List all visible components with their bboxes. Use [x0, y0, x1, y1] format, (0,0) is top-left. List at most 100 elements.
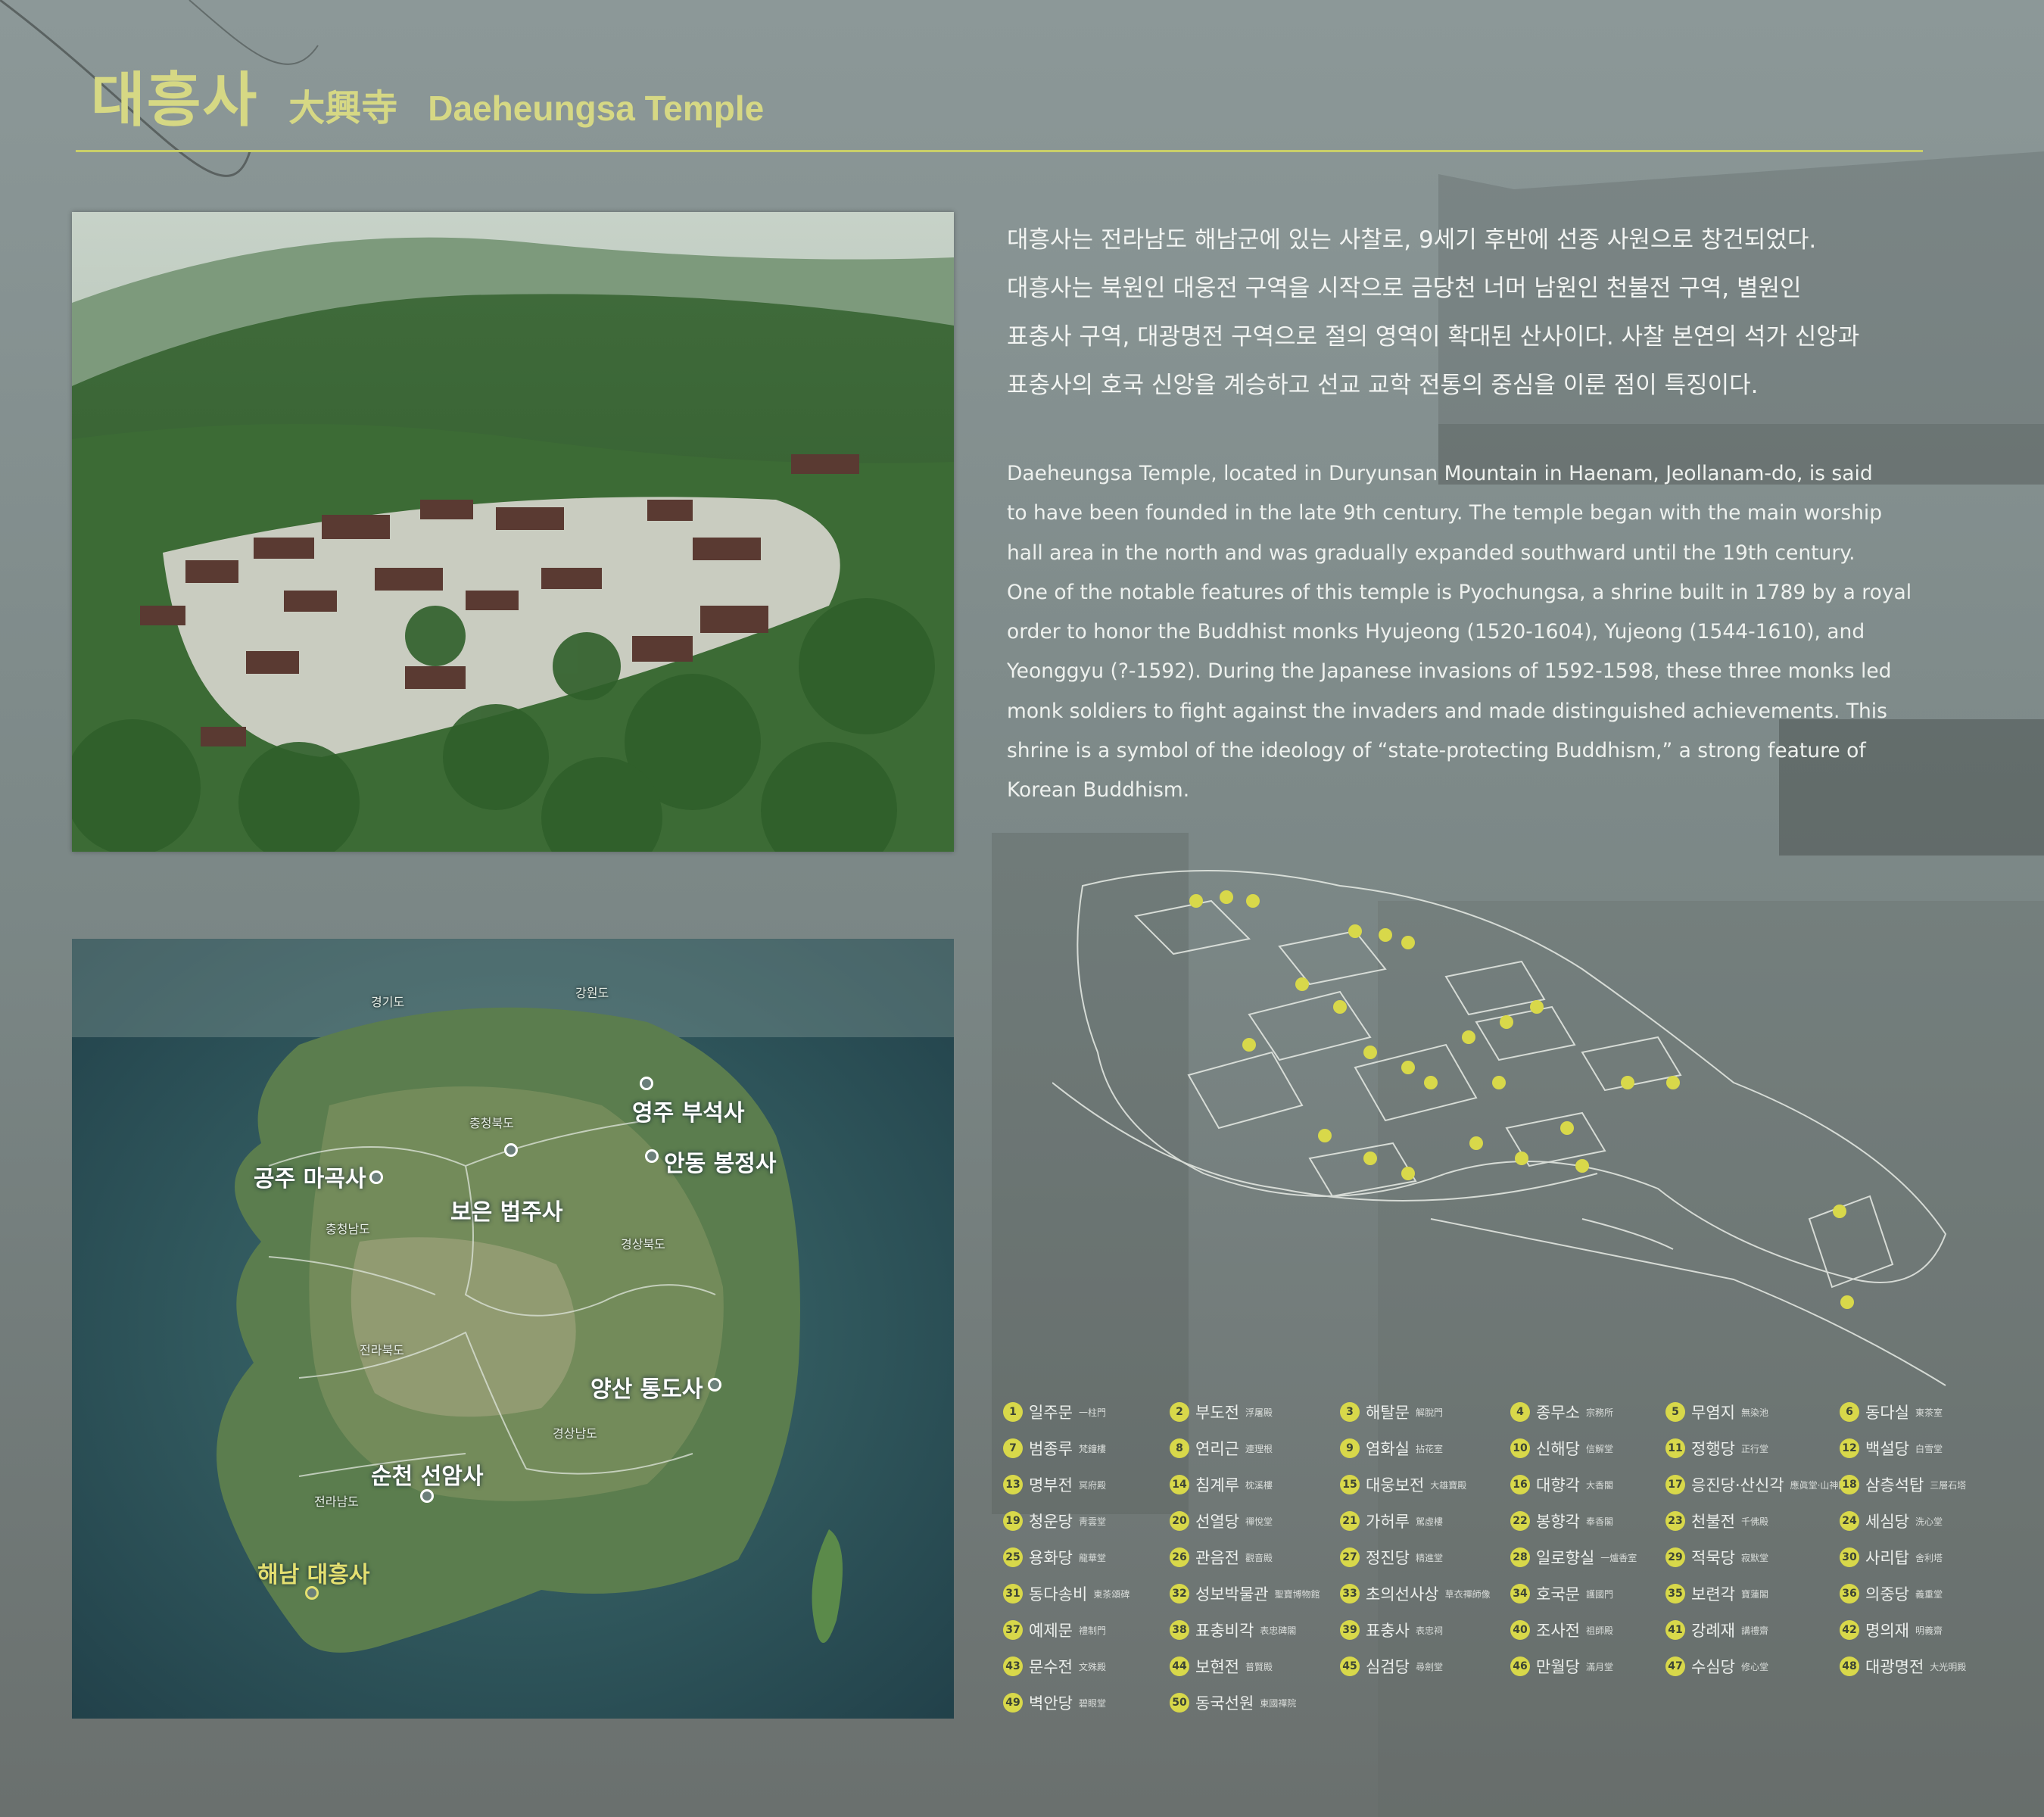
legend-name: 사리탑 — [1865, 1549, 1909, 1567]
legend-item: 37 예제문 禮制門 — [1003, 1619, 1106, 1641]
legend-name: 표충사 — [1366, 1622, 1410, 1640]
legend-name: 선열당 — [1195, 1513, 1239, 1531]
aerial-photo — [72, 212, 954, 852]
legend-hanja: 駕虛樓 — [1415, 1516, 1443, 1527]
legend-hanja: 東茶室 — [1915, 1407, 1943, 1418]
legend-number-badge: 46 — [1510, 1656, 1530, 1676]
legend-hanja: 講禮齋 — [1740, 1625, 1768, 1636]
legend-name: 무염지 — [1691, 1404, 1735, 1422]
legend-hanja: 梵鐘樓 — [1078, 1443, 1106, 1454]
legend-name: 대향각 — [1536, 1476, 1580, 1494]
map-province: 경상북도 — [621, 1237, 665, 1251]
temple-label: 양산 통도사 — [590, 1376, 703, 1403]
legend-hanja: 尋劍堂 — [1415, 1661, 1443, 1672]
legend-name: 정행당 — [1691, 1440, 1735, 1458]
legend-name: 예제문 — [1029, 1622, 1073, 1640]
legend-name: 봉향각 — [1536, 1513, 1580, 1531]
legend-name: 동다실 — [1865, 1404, 1909, 1422]
legend-number-badge: 24 — [1840, 1511, 1859, 1531]
legend-item: 19 청운당 靑雲堂 — [1003, 1510, 1106, 1532]
legend-name: 일주문 — [1029, 1404, 1073, 1422]
korea-map: 경기도 강원도 충청북도 충청남도 경상북도 전라북도 경상남도 전라남도 영주… — [72, 939, 954, 1719]
legend-item: 3 해탈문 解脫門 — [1340, 1401, 1443, 1423]
legend-number-badge: 9 — [1340, 1438, 1360, 1458]
legend-item: 1 일주문 一柱門 — [1003, 1401, 1106, 1423]
legend-item: 8 연리근 連理根 — [1170, 1437, 1273, 1460]
legend-item: 23 천불전 千佛殿 — [1665, 1510, 1768, 1532]
legend-name: 연리근 — [1195, 1440, 1239, 1458]
legend-name: 범종루 — [1029, 1440, 1073, 1458]
legend-number-badge: 3 — [1340, 1402, 1360, 1422]
legend-item: 36 의중당 義重堂 — [1840, 1582, 1943, 1605]
temple-marker — [420, 1489, 434, 1503]
temple-marker — [708, 1378, 721, 1392]
legend-name: 일로향실 — [1536, 1549, 1595, 1567]
legend-item: 33 초의선사상 草衣禪師像 — [1340, 1582, 1491, 1605]
temple-marker-highlight — [305, 1586, 319, 1600]
legend-hanja: 東茶頌碑 — [1093, 1588, 1130, 1600]
legend-item: 5 무염지 無染池 — [1665, 1401, 1768, 1423]
legend-name: 관음전 — [1195, 1549, 1239, 1567]
legend-hanja: 滿月堂 — [1585, 1661, 1613, 1672]
legend-name: 종무소 — [1536, 1404, 1580, 1422]
legend-hanja: 東國禪院 — [1260, 1697, 1297, 1709]
legend-hanja: 義重堂 — [1915, 1588, 1943, 1600]
legend-name: 정진당 — [1366, 1549, 1410, 1567]
description-ko-line: 대흥사는 북원인 대웅전 구역을 시작으로 금당천 너머 남원인 천불전 구역,… — [1007, 275, 1802, 302]
legend-name: 성보박물관 — [1195, 1585, 1269, 1604]
site-legend: 1 일주문 一柱門 2 부도전 浮屠殿 3 해탈문 解脫門 4 종무소 宗務所 5 무염지 無染池 6 동다실 東… — [1003, 1401, 2010, 1719]
legend-number-badge: 29 — [1665, 1547, 1685, 1567]
legend-number-badge: 7 — [1003, 1438, 1023, 1458]
legend-number-badge: 5 — [1665, 1402, 1685, 1422]
legend-number-badge: 15 — [1340, 1475, 1360, 1494]
legend-item: 15 대웅보전 大雄寶殿 — [1340, 1473, 1466, 1496]
map-province: 전라북도 — [360, 1343, 404, 1357]
legend-item: 13 명부전 冥府殿 — [1003, 1473, 1106, 1496]
legend-name: 백설당 — [1865, 1440, 1909, 1458]
legend-name: 천불전 — [1691, 1513, 1735, 1531]
legend-number-badge: 4 — [1510, 1402, 1530, 1422]
legend-hanja: 連理根 — [1245, 1443, 1273, 1454]
temple-marker — [640, 1077, 653, 1090]
legend-name: 호국문 — [1536, 1585, 1580, 1604]
temple-label-highlight: 해남 대흥사 — [257, 1562, 370, 1588]
legend-number-badge: 44 — [1170, 1656, 1189, 1676]
description-english: Daeheungsa Temple, located in Duryunsan … — [1007, 454, 1961, 811]
legend-item: 20 선열당 禪悅堂 — [1170, 1510, 1273, 1532]
legend-number-badge: 36 — [1840, 1584, 1859, 1604]
legend-hanja: 白雪堂 — [1915, 1443, 1943, 1454]
legend-hanja: 無染池 — [1740, 1407, 1768, 1418]
legend-hanja: 普賢殿 — [1245, 1661, 1273, 1672]
description-ko-line: 대흥사는 전라남도 해남군에 있는 사찰로, 9세기 후반에 선종 사원으로 창… — [1007, 226, 1817, 254]
title-hanja: 大興寺 — [288, 87, 398, 129]
legend-hanja: 奉香閣 — [1585, 1516, 1613, 1527]
legend-name: 조사전 — [1536, 1622, 1580, 1640]
legend-item: 50 동국선원 東國禪院 — [1170, 1691, 1296, 1714]
legend-name: 명의재 — [1865, 1622, 1909, 1640]
legend-name: 삼층석탑 — [1865, 1476, 1924, 1494]
legend-number-badge: 6 — [1840, 1402, 1859, 1422]
temple-label: 안동 봉정사 — [664, 1151, 777, 1177]
legend-hanja: 一爐香室 — [1600, 1552, 1637, 1563]
legend-item: 40 조사전 祖師殿 — [1510, 1619, 1613, 1641]
legend-name: 보현전 — [1195, 1658, 1239, 1676]
legend-item: 18 삼층석탑 三層石塔 — [1840, 1473, 1966, 1496]
temple-label: 공주 마곡사 — [254, 1166, 366, 1192]
legend-name: 명부전 — [1029, 1476, 1073, 1494]
legend-number-badge: 22 — [1510, 1511, 1530, 1531]
legend-name: 문수전 — [1029, 1658, 1073, 1676]
legend-number-badge: 45 — [1340, 1656, 1360, 1676]
legend-number-badge: 26 — [1170, 1547, 1189, 1567]
legend-hanja: 文殊殿 — [1078, 1661, 1106, 1672]
legend-hanja: 祖師殿 — [1585, 1625, 1613, 1636]
legend-number-badge: 41 — [1665, 1620, 1685, 1640]
legend-item: 16 대향각 大香閣 — [1510, 1473, 1613, 1496]
legend-name: 벽안당 — [1029, 1694, 1073, 1713]
legend-number-badge: 20 — [1170, 1511, 1189, 1531]
legend-item: 42 명의재 明義齋 — [1840, 1619, 1943, 1641]
legend-name: 가허루 — [1366, 1513, 1410, 1531]
legend-number-badge: 42 — [1840, 1620, 1859, 1640]
legend-number-badge: 27 — [1340, 1547, 1360, 1567]
legend-item: 49 벽안당 碧眼堂 — [1003, 1691, 1106, 1714]
description-korean: 대흥사는 전라남도 해남군에 있는 사찰로, 9세기 후반에 선종 사원으로 창… — [1007, 216, 1961, 410]
